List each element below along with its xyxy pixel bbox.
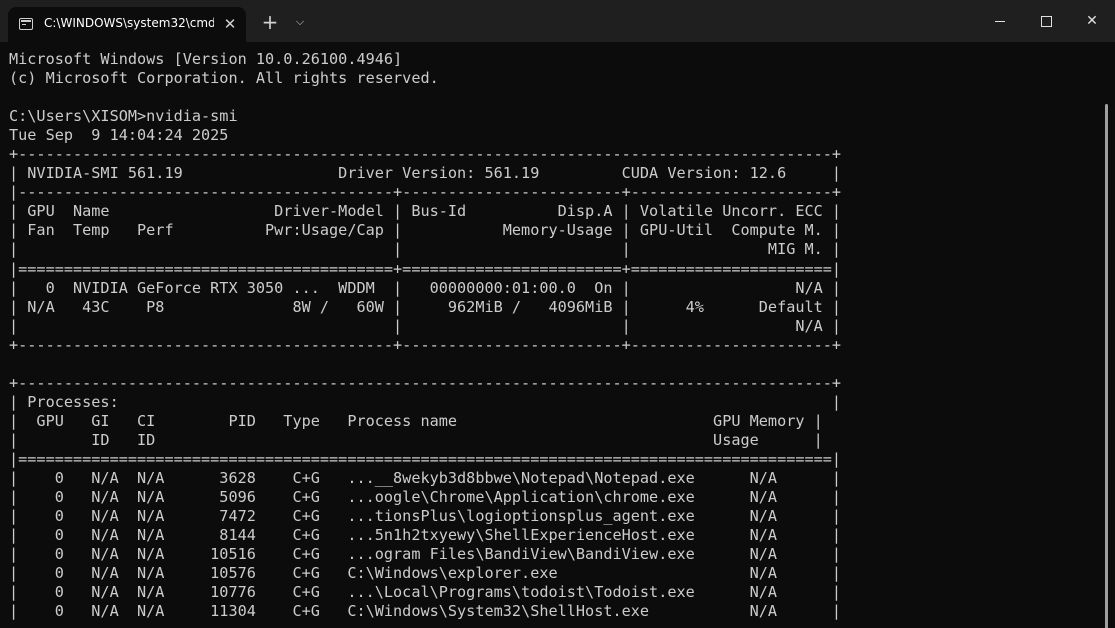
terminal-line: |---------------------------------------… — [9, 183, 842, 202]
close-button[interactable]: ✕ — [1069, 0, 1115, 42]
terminal-line: +---------------------------------------… — [9, 373, 842, 392]
terminal-line: | NVIDIA-SMI 561.19 Driver Version: 561.… — [9, 164, 842, 183]
terminal-line: | 0 N/A N/A 7472 C+G ...tionsPlus\logiop… — [9, 507, 842, 526]
minimize-button[interactable] — [977, 0, 1023, 42]
terminal-line: (c) Microsoft Corporation. All rights re… — [9, 69, 439, 88]
terminal-line: +---------------------------------------… — [9, 335, 842, 354]
terminal-line: |=======================================… — [9, 259, 842, 278]
title-bar: C:\WINDOWS\system32\cmd.exe ✕ + ⌵ ✕ — [0, 0, 1115, 42]
terminal-line: | 0 N/A N/A 3628 C+G ...__8wekyb3d8bbwe\… — [9, 469, 842, 488]
tab-cmd[interactable]: C:\WINDOWS\system32\cmd.exe ✕ — [8, 7, 246, 42]
terminal-line: Microsoft Windows [Version 10.0.26100.49… — [9, 50, 403, 68]
terminal-line: | 0 N/A N/A 8144 C+G ...5n1h2txyewy\Shel… — [9, 526, 842, 545]
terminal-line: C:\Users\XISOM>nvidia-smi — [9, 107, 238, 126]
terminal-line: |=======================================… — [9, 449, 842, 468]
terminal-line: | N/A 43C P8 8W / 60W | 962MiB / 4096MiB… — [9, 297, 842, 316]
scrollbar[interactable] — [1105, 104, 1108, 628]
terminal-area[interactable]: Microsoft Windows [Version 10.0.26100.49… — [0, 42, 1115, 628]
terminal-line: | | | N/A | — [9, 316, 842, 335]
minimize-icon — [995, 20, 1005, 22]
terminal-line: | ID ID Usage | — [9, 430, 823, 449]
terminal-line: | 0 N/A N/A 10516 C+G ...ogram Files\Ban… — [9, 545, 842, 564]
tab-title: C:\WINDOWS\system32\cmd.exe — [44, 16, 214, 30]
terminal-icon — [19, 18, 33, 30]
terminal-line: +---------------------------------------… — [9, 145, 842, 164]
terminal-line: | Processes: | — [9, 392, 842, 411]
terminal-line: | 0 N/A N/A 10576 C+G C:\Windows\explore… — [9, 564, 842, 583]
terminal-line: | GPU GI CI PID Type Process name GPU Me… — [9, 411, 823, 430]
terminal-line: | 0 N/A N/A 11304 C+G C:\Windows\System3… — [9, 602, 842, 621]
maximize-icon — [1040, 15, 1052, 27]
new-tab-button[interactable]: + — [258, 10, 282, 34]
terminal-line: | GPU Name Driver-Model | Bus-Id Disp.A … — [9, 202, 842, 221]
terminal-line: | | | MIG M. | — [9, 240, 842, 259]
tab-close-icon[interactable]: ✕ — [219, 12, 241, 36]
chevron-down-icon[interactable]: ⌵ — [288, 10, 312, 34]
maximize-button[interactable] — [1023, 0, 1069, 42]
terminal-line: | 0 NVIDIA GeForce RTX 3050 ... WDDM | 0… — [9, 278, 842, 297]
terminal-line: | 0 N/A N/A 10776 C+G ...\Local\Programs… — [9, 583, 842, 602]
terminal-line: | 0 N/A N/A 5096 C+G ...oogle\Chrome\App… — [9, 488, 842, 507]
terminal-output: Microsoft Windows [Version 10.0.26100.49… — [9, 50, 841, 621]
terminal-line: | Fan Temp Perf Pwr:Usage/Cap | Memory-U… — [9, 221, 842, 240]
terminal-line: Tue Sep 9 14:04:24 2025 — [9, 126, 229, 145]
